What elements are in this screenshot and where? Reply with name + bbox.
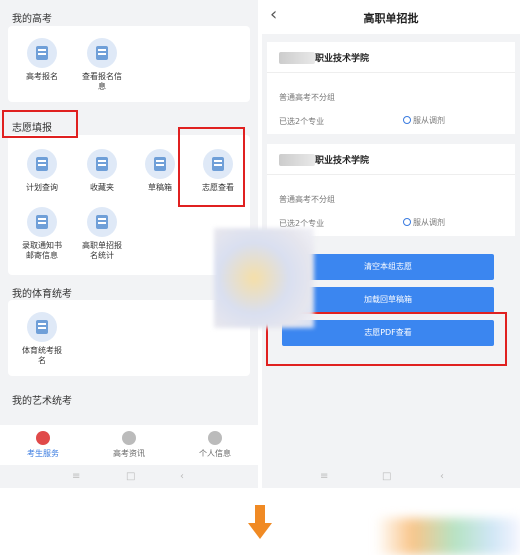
page-header: ‹ 高职单招批: [262, 0, 520, 34]
home-icon[interactable]: □: [382, 471, 391, 482]
item-label: 高考报名: [26, 72, 58, 81]
school-name-blur: [279, 52, 315, 64]
document-icon: [27, 312, 57, 342]
item-label: 高职单招报 名统计: [82, 241, 122, 260]
item-label: 录取通知书 邮寄信息: [22, 241, 62, 260]
document-icon: [87, 149, 117, 179]
tab-student-service[interactable]: 考生服务: [8, 431, 78, 459]
menu-icon[interactable]: ≡: [320, 471, 328, 482]
adjust-label: 服从调剂: [413, 116, 445, 125]
vocational-signup-stats-item[interactable]: 高职单招报 名统计: [72, 207, 132, 261]
view-signup-info-item[interactable]: 查看报名信息: [72, 38, 132, 92]
bottom-tab-bar: 考生服务 高考资讯 个人信息: [0, 425, 258, 465]
tab-label: 考生服务: [27, 449, 59, 458]
document-icon: [145, 149, 175, 179]
school-name: 职业技术学院: [315, 156, 370, 166]
school-card: 职业技术学院 普通高考不分组 已选2个专业 服从调剂: [267, 144, 515, 236]
gaokao-signup-item[interactable]: 高考报名: [12, 38, 72, 82]
blurred-patch: [214, 228, 314, 328]
system-nav-bar: ≡ □ ‹: [0, 468, 258, 488]
divider: [267, 72, 515, 73]
document-icon: [27, 207, 57, 237]
document-icon: [87, 207, 117, 237]
item-label: 体育统考报名: [22, 346, 62, 365]
divider: [267, 174, 515, 175]
heart-icon: [36, 431, 50, 445]
radio-icon: [403, 218, 411, 226]
item-label: 查看报名信息: [82, 72, 122, 91]
section-title-tiyu: 我的体育统考: [12, 289, 72, 300]
school-group: 普通高考不分组: [279, 195, 335, 204]
highlight-box-zhiyuan: [2, 110, 78, 138]
item-label: 计划查询: [26, 183, 58, 192]
document-icon: [27, 149, 57, 179]
back-nav-icon[interactable]: ‹: [180, 471, 184, 482]
school-name: 职业技术学院: [315, 54, 370, 64]
school-name-blur: [279, 154, 315, 166]
document-icon: [27, 38, 57, 68]
adjust-option[interactable]: 服从调剂: [403, 217, 445, 228]
down-arrow-icon: [248, 505, 272, 539]
school-group: 普通高考不分组: [279, 93, 335, 102]
tab-personal-info[interactable]: 个人信息: [180, 431, 250, 459]
favorites-item[interactable]: 收藏夹: [72, 149, 132, 193]
school-card: 职业技术学院 普通高考不分组 已选2个专业 服从调剂: [267, 42, 515, 134]
radio-icon: [403, 116, 411, 124]
gaokao-card: 高考报名 查看报名信息: [8, 26, 250, 102]
tab-label: 高考资讯: [113, 449, 145, 458]
section-title-yishu: 我的艺术统考: [12, 396, 72, 407]
highlight-box-view-application: [178, 127, 245, 207]
page-title: 高职单招批: [363, 12, 419, 25]
item-label: 收藏夹: [90, 183, 114, 192]
document-icon: [87, 38, 117, 68]
menu-icon[interactable]: ≡: [72, 471, 80, 482]
adjust-option[interactable]: 服从调剂: [403, 115, 445, 126]
plan-query-item[interactable]: 计划查询: [12, 149, 72, 193]
admission-mail-info-item[interactable]: 录取通知书 邮寄信息: [12, 207, 72, 261]
system-nav-bar: ≡ □ ‹: [262, 468, 520, 488]
tab-gaokao-news[interactable]: 高考资讯: [94, 431, 164, 459]
adjust-label: 服从调剂: [413, 218, 445, 227]
back-nav-icon[interactable]: ‹: [440, 471, 444, 482]
home-icon[interactable]: □: [126, 471, 135, 482]
tab-label: 个人信息: [199, 449, 231, 458]
news-icon: [122, 431, 136, 445]
selected-majors: 已选2个专业: [279, 117, 325, 126]
blurred-corner: [376, 518, 520, 555]
section-title-gaokao: 我的高考: [12, 14, 52, 25]
user-icon: [208, 431, 222, 445]
sports-exam-signup-item[interactable]: 体育统考报名: [12, 312, 72, 366]
